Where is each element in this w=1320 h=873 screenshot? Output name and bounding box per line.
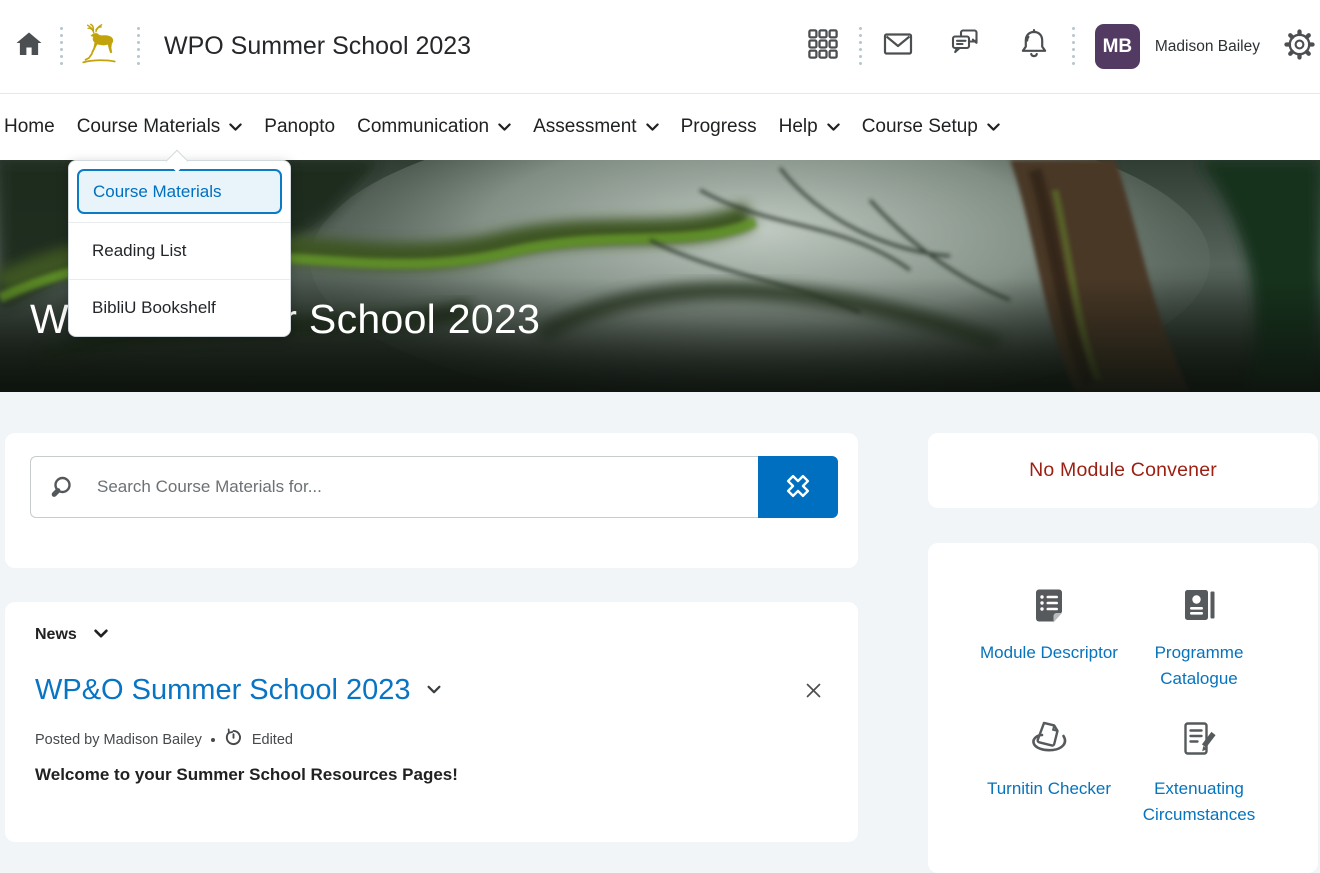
nav-item-course-materials[interactable]: Course Materials	[66, 93, 254, 160]
history-icon	[224, 728, 243, 751]
alerts-button[interactable]	[1016, 26, 1052, 67]
email-icon	[880, 26, 916, 67]
news-widget: News WP&O Summer School 2023 Posted by M…	[5, 602, 858, 842]
dismiss-news-button[interactable]	[800, 680, 826, 706]
nav-item-course-setup[interactable]: Course Setup	[851, 93, 1011, 160]
bell-icon	[1016, 26, 1052, 67]
shortcut-module-descriptor[interactable]: Module Descriptor	[974, 583, 1124, 692]
nav-item-communication[interactable]: Communication	[346, 93, 522, 160]
chevron-down-icon	[498, 116, 511, 138]
nav-item-help[interactable]: Help	[768, 93, 851, 160]
chevron-down-icon	[94, 626, 108, 644]
chat-bubbles-icon	[948, 26, 984, 67]
no-convener-message: No Module Convener	[1029, 459, 1217, 481]
shortcut-label: Extenuating Circumstances	[1142, 779, 1256, 824]
chevron-down-icon[interactable]	[427, 682, 441, 700]
chevron-down-icon	[987, 116, 1000, 138]
settings-button[interactable]	[1282, 27, 1317, 67]
programme-catalogue-icon	[1177, 583, 1221, 632]
divider-dotted	[858, 24, 862, 69]
minibar: WPO Summer School 2023 MB Madison Bailey	[0, 0, 1320, 94]
menu-item-bibliu-bookshelf[interactable]: BibliU Bookshelf	[69, 279, 290, 336]
shortcut-extenuating-circumstances[interactable]: Extenuating Circumstances	[1124, 717, 1274, 828]
divider-dotted	[137, 24, 140, 69]
news-section-label: News	[35, 626, 77, 643]
course-materials-dropdown: Course Materials Reading List BibliU Boo…	[68, 149, 291, 337]
apps-grid-button[interactable]	[805, 26, 841, 67]
apps-grid-icon	[805, 26, 841, 67]
turnitin-checker-icon	[1026, 717, 1072, 768]
divider-dotted	[1071, 24, 1075, 69]
search-input[interactable]	[30, 456, 758, 518]
user-name: Madison Bailey	[1154, 37, 1260, 55]
menu-item-reading-list[interactable]: Reading List	[69, 222, 290, 279]
shortcut-programme-catalogue[interactable]: Programme Catalogue	[1124, 583, 1274, 692]
news-item-headline[interactable]: WP&O Summer School 2023	[35, 674, 411, 707]
menu-item-course-materials[interactable]: Course Materials	[77, 169, 282, 214]
chevron-down-icon	[826, 116, 840, 138]
course-navbar: Home Course Materials Panopto Communicat…	[0, 93, 1320, 160]
close-icon	[805, 682, 822, 704]
gear-icon	[1282, 27, 1317, 67]
avatar-initials: MB	[1102, 35, 1133, 57]
extenuating-circumstances-icon	[1176, 717, 1222, 768]
shortcut-label: Module Descriptor	[980, 643, 1118, 662]
chevron-down-icon	[229, 116, 242, 138]
chevron-down-icon	[645, 116, 659, 138]
news-section-toggle[interactable]: News	[35, 626, 108, 644]
separator-dot	[210, 737, 215, 742]
email-button[interactable]	[880, 26, 916, 67]
nav-item-home[interactable]: Home	[4, 93, 66, 160]
user-avatar[interactable]: MB	[1094, 24, 1140, 69]
ribbon-x-icon	[782, 470, 814, 505]
home-button[interactable]	[10, 28, 48, 66]
shortcut-turnitin-checker[interactable]: Turnitin Checker	[974, 717, 1124, 828]
news-body-text: Welcome to your Summer School Resources …	[35, 765, 458, 784]
nav-item-panopto[interactable]: Panopto	[253, 93, 346, 160]
module-convener-widget: No Module Convener	[928, 433, 1318, 508]
shortcut-label: Turnitin Checker	[986, 779, 1112, 798]
shortcuts-widget: Module Descriptor Programme Catalogue Tu…	[928, 543, 1318, 873]
divider-dotted	[60, 24, 63, 69]
module-descriptor-icon	[1027, 583, 1071, 632]
shortcut-label: Programme Catalogue	[1154, 643, 1244, 688]
nav-item-progress[interactable]: Progress	[670, 93, 768, 160]
edited-label: Edited	[251, 731, 293, 748]
organisation-logo-button[interactable]	[77, 23, 121, 71]
nav-item-assessment[interactable]: Assessment	[522, 93, 669, 160]
news-meta: Posted by Madison Bailey Edited	[35, 728, 293, 751]
chat-button[interactable]	[948, 26, 984, 67]
search-submit-button[interactable]	[758, 456, 838, 518]
search-widget	[5, 433, 858, 568]
course-title: WPO Summer School 2023	[164, 32, 472, 60]
posted-by-text: Posted by Madison Bailey	[35, 731, 202, 748]
home-icon	[14, 29, 44, 64]
stag-logo-icon	[78, 21, 120, 72]
